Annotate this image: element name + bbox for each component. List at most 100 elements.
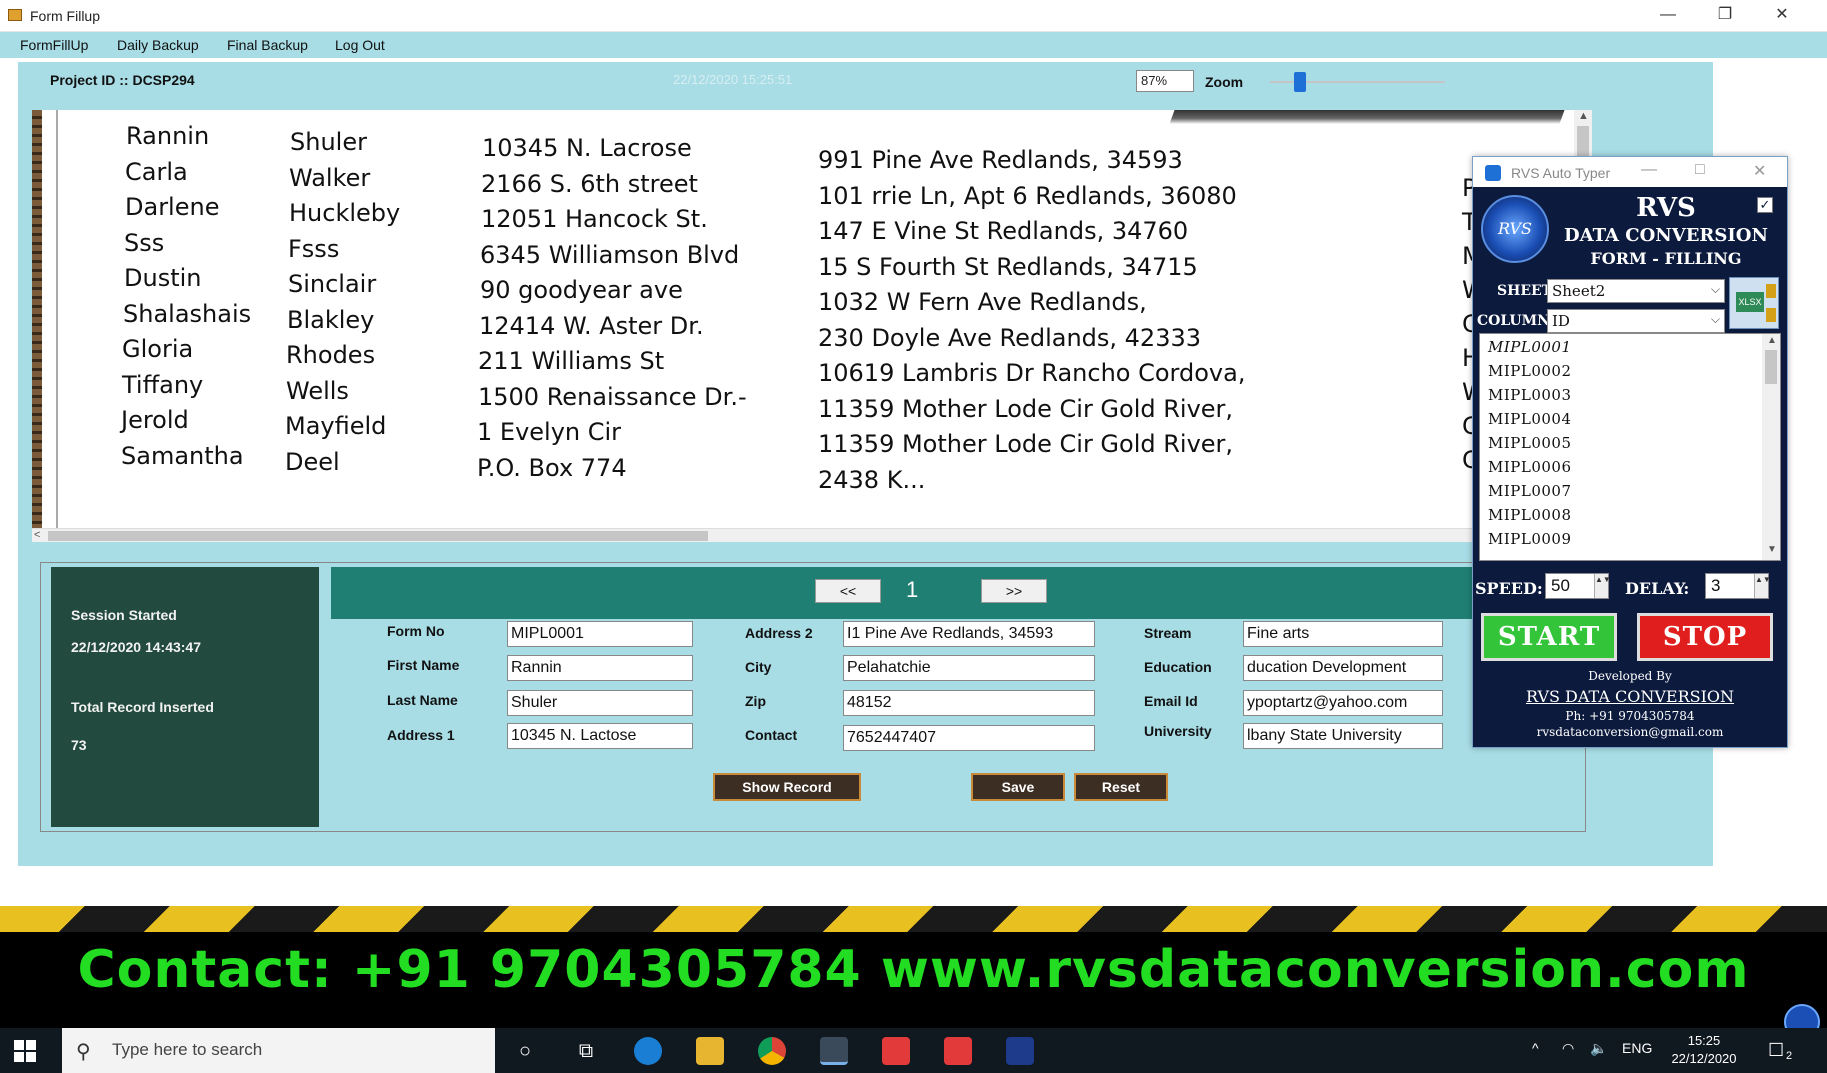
list-scrollbar[interactable]: ▲ ▼ [1762,334,1780,560]
menu-daily-backup[interactable]: Daily Backup [117,37,199,53]
file-explorer-icon[interactable] [696,1037,724,1065]
zip-input[interactable]: 48152 [843,690,1095,716]
taskbar-search[interactable]: ⚲ Type here to search [62,1028,495,1073]
speed-input[interactable]: 50 ▲▼ [1545,573,1611,599]
spinner-arrows-icon[interactable]: ▲▼ [1594,574,1611,598]
menu-formfillup[interactable]: FormFillUp [20,37,88,53]
session-info: Session Started 22/12/2020 14:43:47 Tota… [51,567,319,827]
menu-log-out[interactable]: Log Out [335,37,385,53]
form-app-icon[interactable] [820,1037,848,1065]
save-button[interactable]: Save [971,773,1065,801]
list-item[interactable]: MIPL0009 [1488,530,1572,548]
zoom-input[interactable]: 87% [1136,70,1194,92]
scroll-up-icon[interactable]: ▲ [1767,335,1777,346]
zoom-label: Zoom [1205,74,1244,90]
stream-input[interactable]: Fine arts [1243,621,1443,647]
id-list[interactable]: MIPL0001 MIPL0002 MIPL0003 MIPL0004 MIPL… [1479,333,1781,561]
document-horizontal-scrollbar[interactable]: < [32,528,1592,542]
windows-start-icon[interactable] [14,1040,36,1062]
education-input[interactable]: ducation Development [1243,655,1443,681]
column-select[interactable]: ID ⌵ [1547,309,1725,333]
list-item[interactable]: MIPL0007 [1488,482,1572,500]
scroll-up-icon[interactable]: ▲ [1578,110,1589,122]
taskbar-clock[interactable]: 15:25 22/12/2020 [1664,1032,1744,1068]
list-item[interactable]: MIPL0001 [1488,338,1572,356]
wifi-icon[interactable]: ◠ [1562,1040,1574,1057]
prev-record-button[interactable]: << [815,579,881,603]
document-cell: Gloria [122,335,194,363]
city-input[interactable]: Pelahatchie [843,655,1095,681]
language-indicator[interactable]: ENG [1622,1040,1652,1056]
edge-browser-icon[interactable] [634,1037,662,1065]
sheet-select-value: Sheet2 [1552,282,1606,300]
rvs-maximize-button[interactable]: □ [1695,161,1705,179]
document-cell: 101 rrie Ln, Apt 6 Redlands, 36080 [818,181,1237,210]
list-item[interactable]: MIPL0002 [1488,362,1572,380]
rvs-minimize-button[interactable]: — [1641,161,1657,179]
list-item[interactable]: MIPL0003 [1488,386,1572,404]
main-area: Project ID :: DCSP294 22/12/2020 15:25:5… [18,62,1713,866]
university-input[interactable]: lbany State University [1243,723,1443,749]
document-viewer[interactable]: Rannin Carla Darlene Sss Dustin Shalashais Glo… [32,110,1592,542]
document-cell: 2438 K... [818,465,926,494]
email-label: Email Id [1144,693,1198,709]
contact-input[interactable]: 7652447407 [843,725,1095,751]
cortana-icon[interactable]: ○ [511,1037,539,1065]
excel-import-icon[interactable]: XLSX [1729,277,1779,329]
show-record-button[interactable]: Show Record [713,773,861,801]
sheet-select[interactable]: Sheet2 ⌵ [1547,279,1725,303]
address1-input[interactable]: 10345 N. Lactose [507,723,693,749]
rvs-typer-icon[interactable] [1006,1037,1034,1065]
company-link[interactable]: RVS DATA CONVERSION [1473,687,1787,706]
document-horizontal-thumb[interactable] [48,531,708,541]
document-cell: Huckleby [289,199,401,227]
list-item[interactable]: MIPL0006 [1488,458,1572,476]
minimize-button[interactable]: — [1640,0,1696,32]
document-cell: Wells [286,376,349,405]
scroll-down-icon[interactable]: ▼ [1767,544,1777,555]
notification-icon[interactable]: ☐ [1768,1040,1784,1061]
document-cell: 211 Williams St [478,347,665,375]
tray-expand-icon[interactable]: ^ [1532,1040,1539,1056]
rvs-close-button[interactable]: ✕ [1753,161,1766,181]
task-view-icon[interactable]: ⧉ [572,1037,600,1065]
clock-time: 15:25 [1687,1033,1721,1048]
anydesk-icon[interactable] [882,1037,910,1065]
close-button[interactable]: ✕ [1754,0,1810,32]
zoom-slider-thumb[interactable] [1294,72,1306,92]
stop-button[interactable]: STOP [1637,613,1773,661]
menu-final-backup[interactable]: Final Backup [227,37,308,53]
reset-button[interactable]: Reset [1074,773,1168,801]
document-cell: 10619 Lambris Dr Rancho Cordova, [818,359,1246,387]
list-item[interactable]: MIPL0004 [1488,410,1572,428]
document-cell: Sss [124,228,165,257]
rvs-topmost-checkbox[interactable]: ✓ [1757,197,1773,213]
document-cell: Shalashais [123,299,252,328]
list-item[interactable]: MIPL0008 [1488,506,1572,524]
list-scroll-thumb[interactable] [1765,350,1777,384]
title-bar: Form Fillup — ❐ ✕ [0,0,1827,32]
volume-icon[interactable]: 🔈 [1590,1040,1607,1057]
speed-value: 50 [1551,576,1570,595]
spinner-arrows-icon[interactable]: ▲▼ [1754,574,1771,598]
document-cell: Samantha [121,441,244,470]
document-cell: 1 Evelyn Cir [477,418,622,446]
first-name-input[interactable]: Rannin [507,655,693,681]
delay-input[interactable]: 3 ▲▼ [1705,573,1771,599]
menu-bar: FormFillUp Daily Backup Final Backup Log… [0,32,1827,58]
list-item[interactable]: MIPL0005 [1488,434,1572,452]
rvs-watermark-icon [1784,1004,1820,1028]
email-input[interactable]: ypoptartz@yahoo.com [1243,690,1443,716]
next-record-button[interactable]: >> [981,579,1047,603]
document-cell: Sinclair [288,270,377,298]
anydesk-icon-2[interactable] [944,1037,972,1065]
address2-input[interactable]: I1 Pine Ave Redlands, 34593 [843,621,1095,647]
restore-button[interactable]: ❐ [1697,0,1753,32]
scroll-left-icon[interactable]: < [34,529,40,541]
last-name-input[interactable]: Shuler [507,690,693,716]
start-button[interactable]: START [1481,613,1617,661]
chrome-icon[interactable] [758,1037,786,1065]
form-no-input[interactable]: MIPL0001 [507,621,693,647]
rvs-form-filling: FORM - FILLING [1590,249,1742,268]
last-name-label: Last Name [387,692,458,708]
